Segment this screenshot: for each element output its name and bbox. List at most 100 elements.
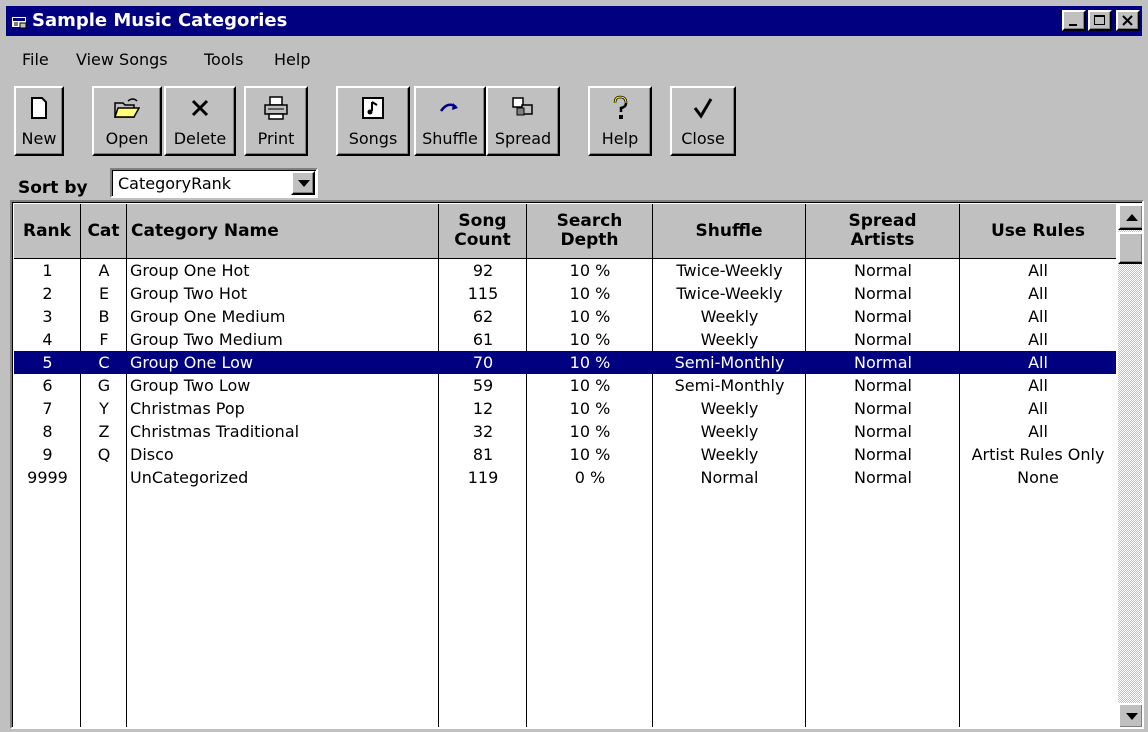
menu-view-songs[interactable]: View Songs bbox=[76, 49, 168, 71]
cell-song-count[interactable]: 81 bbox=[439, 443, 527, 466]
cell-rank[interactable]: 4 bbox=[14, 328, 81, 351]
cell-cat[interactable]: C bbox=[81, 351, 127, 374]
cell-spread-artists[interactable]: Normal bbox=[806, 282, 960, 305]
cell-shuffle[interactable]: Weekly bbox=[653, 397, 806, 420]
cell-category-name[interactable]: Disco bbox=[127, 443, 439, 466]
cell-song-count[interactable]: 32 bbox=[439, 420, 527, 443]
header-shuffle[interactable]: Shuffle bbox=[653, 204, 806, 259]
cell-category-name[interactable]: Christmas Pop bbox=[127, 397, 439, 420]
cell-search-depth[interactable]: 10 % bbox=[527, 282, 653, 305]
cell-cat[interactable]: Z bbox=[81, 420, 127, 443]
cell-shuffle[interactable]: Weekly bbox=[653, 443, 806, 466]
delete-button[interactable]: Delete bbox=[164, 86, 236, 156]
cell-cat[interactable] bbox=[81, 466, 127, 489]
cell-song-count[interactable]: 119 bbox=[439, 466, 527, 489]
close-button[interactable]: Close bbox=[670, 86, 736, 156]
cell-use-rules[interactable]: All bbox=[960, 282, 1116, 305]
maximize-button[interactable] bbox=[1088, 10, 1112, 31]
header-rank[interactable]: Rank bbox=[14, 204, 81, 259]
cell-category-name[interactable]: Christmas Traditional bbox=[127, 420, 439, 443]
cell-spread-artists[interactable]: Normal bbox=[806, 328, 960, 351]
songs-button[interactable]: Songs bbox=[336, 86, 410, 156]
cell-cat[interactable]: A bbox=[81, 259, 127, 282]
cell-shuffle[interactable]: Twice-Weekly bbox=[653, 282, 806, 305]
cell-category-name[interactable]: UnCategorized bbox=[127, 466, 439, 489]
cell-search-depth[interactable]: 10 % bbox=[527, 328, 653, 351]
cell-use-rules[interactable]: All bbox=[960, 420, 1116, 443]
cell-category-name[interactable]: Group Two Medium bbox=[127, 328, 439, 351]
cell-use-rules[interactable]: None bbox=[960, 466, 1116, 489]
cell-shuffle[interactable]: Twice-Weekly bbox=[653, 259, 806, 282]
table-row[interactable]: 3 B Group One Medium 62 10 % Weekly Normal All bbox=[14, 305, 1116, 328]
cell-shuffle[interactable]: Semi-Monthly bbox=[653, 374, 806, 397]
cell-category-name[interactable]: Group Two Hot bbox=[127, 282, 439, 305]
cell-search-depth[interactable]: 10 % bbox=[527, 305, 653, 328]
cell-cat[interactable]: E bbox=[81, 282, 127, 305]
cell-cat[interactable]: Q bbox=[81, 443, 127, 466]
cell-song-count[interactable]: 59 bbox=[439, 374, 527, 397]
cell-song-count[interactable]: 92 bbox=[439, 259, 527, 282]
cell-spread-artists[interactable]: Normal bbox=[806, 420, 960, 443]
cell-rank[interactable]: 3 bbox=[14, 305, 81, 328]
header-category-name[interactable]: Category Name bbox=[127, 204, 439, 259]
cell-use-rules[interactable]: All bbox=[960, 374, 1116, 397]
header-cat[interactable]: Cat bbox=[81, 204, 127, 259]
cell-search-depth[interactable]: 10 % bbox=[527, 259, 653, 282]
dropdown-button[interactable] bbox=[291, 171, 315, 195]
cell-search-depth[interactable]: 10 % bbox=[527, 351, 653, 374]
table-row[interactable]: 1 A Group One Hot 92 10 % Twice-Weekly Normal A… bbox=[14, 259, 1116, 282]
sort-by-dropdown[interactable]: CategoryRank bbox=[110, 168, 318, 198]
cell-spread-artists[interactable]: Normal bbox=[806, 443, 960, 466]
cell-category-name[interactable]: Group One Low bbox=[127, 351, 439, 374]
cell-rank[interactable]: 7 bbox=[14, 397, 81, 420]
cell-spread-artists[interactable]: Normal bbox=[806, 466, 960, 489]
menu-help[interactable]: Help bbox=[274, 49, 310, 71]
table-row[interactable]: 9 Q Disco 81 10 % Weekly Normal Artist Rules On… bbox=[14, 443, 1116, 466]
menu-file[interactable]: File bbox=[22, 49, 49, 71]
scroll-up-button[interactable] bbox=[1118, 204, 1142, 230]
table-row[interactable]: 7 Y Christmas Pop 12 10 % Weekly Normal All bbox=[14, 397, 1116, 420]
shuffle-button[interactable]: Shuffle bbox=[414, 86, 486, 156]
cell-spread-artists[interactable]: Normal bbox=[806, 259, 960, 282]
header-use-rules[interactable]: Use Rules bbox=[960, 204, 1116, 259]
cell-search-depth[interactable]: 10 % bbox=[527, 374, 653, 397]
cell-search-depth[interactable]: 10 % bbox=[527, 443, 653, 466]
header-spread-artists[interactable]: Spread Artists bbox=[806, 204, 960, 259]
table-row[interactable]: 8 Z Christmas Traditional 32 10 % Weekly Norma… bbox=[14, 420, 1116, 443]
minimize-button[interactable] bbox=[1062, 10, 1086, 31]
cell-search-depth[interactable]: 0 % bbox=[527, 466, 653, 489]
cell-shuffle[interactable]: Semi-Monthly bbox=[653, 351, 806, 374]
cell-cat[interactable]: Y bbox=[81, 397, 127, 420]
spread-button[interactable]: Spread bbox=[486, 86, 560, 156]
table-row[interactable]: 2 E Group Two Hot 115 10 % Twice-Weekly Normal… bbox=[14, 282, 1116, 305]
open-button[interactable]: Open bbox=[92, 86, 162, 156]
cell-rank[interactable]: 1 bbox=[14, 259, 81, 282]
cell-song-count[interactable]: 62 bbox=[439, 305, 527, 328]
cell-cat[interactable]: F bbox=[81, 328, 127, 351]
cell-use-rules[interactable]: Artist Rules Only bbox=[960, 443, 1116, 466]
scroll-down-button[interactable] bbox=[1118, 703, 1142, 727]
vertical-scrollbar[interactable] bbox=[1118, 204, 1142, 727]
cell-category-name[interactable]: Group One Hot bbox=[127, 259, 439, 282]
cell-rank[interactable]: 2 bbox=[14, 282, 81, 305]
table-row[interactable]: 6 G Group Two Low 59 10 % Semi-Monthly Normal A… bbox=[14, 374, 1116, 397]
header-search-depth[interactable]: Search Depth bbox=[527, 204, 653, 259]
help-button[interactable]: Help bbox=[588, 86, 652, 156]
cell-spread-artists[interactable]: Normal bbox=[806, 351, 960, 374]
menu-tools[interactable]: Tools bbox=[204, 49, 243, 71]
cell-cat[interactable]: G bbox=[81, 374, 127, 397]
cell-use-rules[interactable]: All bbox=[960, 351, 1116, 374]
new-button[interactable]: New bbox=[14, 86, 64, 156]
cell-spread-artists[interactable]: Normal bbox=[806, 305, 960, 328]
cell-song-count[interactable]: 70 bbox=[439, 351, 527, 374]
cell-rank[interactable]: 6 bbox=[14, 374, 81, 397]
title-bar[interactable]: Sample Music Categories bbox=[6, 6, 1142, 36]
scroll-thumb[interactable] bbox=[1118, 232, 1142, 264]
cell-use-rules[interactable]: All bbox=[960, 397, 1116, 420]
cell-spread-artists[interactable]: Normal bbox=[806, 397, 960, 420]
header-song-count[interactable]: Song Count bbox=[439, 204, 527, 259]
category-grid[interactable]: Rank Cat Category Name Song Count Search D… bbox=[10, 200, 1144, 729]
cell-rank[interactable]: 5 bbox=[14, 351, 81, 374]
cell-category-name[interactable]: Group One Medium bbox=[127, 305, 439, 328]
cell-rank[interactable]: 9999 bbox=[14, 466, 81, 489]
